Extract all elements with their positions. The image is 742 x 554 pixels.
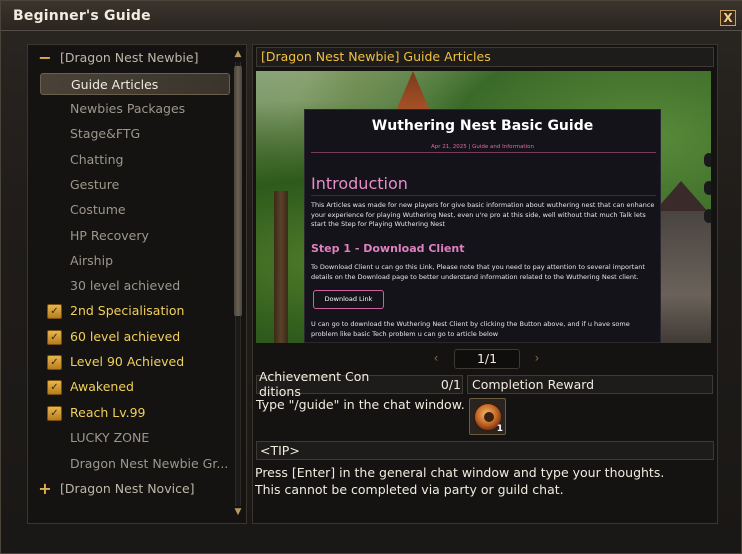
decor-dot — [704, 181, 711, 195]
tree-item-newbies-packages[interactable]: Newbies Packages — [28, 98, 233, 120]
checkbox-checked-icon[interactable]: ✓ — [47, 330, 62, 345]
window-title: Beginner's Guide — [13, 8, 151, 24]
achievement-conditions-label: Achievement Con ditions — [259, 369, 370, 399]
reward-item-slot[interactable]: 1 — [469, 398, 506, 435]
tree-item-reach-lv99[interactable]: ✓ Reach Lv.99 — [28, 402, 233, 424]
tree-item-30-level-achieved[interactable]: 30 level achieved — [28, 275, 233, 297]
collapse-icon[interactable]: − — [38, 47, 52, 69]
reward-quantity: 1 — [496, 424, 503, 434]
tree-item-label: Newbies Packages — [70, 101, 186, 116]
prev-page-button[interactable]: ‹ — [428, 350, 444, 366]
tree-item-label: Awakened — [70, 379, 134, 394]
tree-scrollbar[interactable]: ▲ ▼ — [233, 48, 243, 520]
tree-item-label: HP Recovery — [70, 228, 149, 243]
scroll-down-arrow-icon[interactable]: ▼ — [233, 506, 243, 518]
doc-after-text: U can go to download the Wuthering Nest … — [311, 320, 630, 338]
tree-item-2nd-specialisation[interactable]: ✓ 2nd Specialisation — [28, 300, 233, 322]
doc-intro-text: This Articles was made for new players f… — [311, 201, 655, 228]
tree-item-label: Level 90 Achieved — [70, 354, 185, 369]
reward-face-detail — [484, 412, 494, 422]
checkbox-checked-icon[interactable]: ✓ — [47, 355, 62, 370]
tree-category-dragon-nest-novice[interactable]: + [Dragon Nest Novice] — [28, 478, 233, 500]
tree-item-label: Guide Articles — [71, 77, 159, 92]
tree-item-awakened[interactable]: ✓ Awakened — [28, 376, 233, 398]
achievement-progress: 0/1 — [440, 377, 461, 392]
checkbox-checked-icon[interactable]: ✓ — [47, 406, 62, 421]
title-bar: Beginner's Guide X — [1, 1, 742, 31]
doc-intro-heading: Introduction — [311, 174, 408, 193]
doc-title: Wuthering Nest Basic Guide — [371, 118, 594, 134]
tip-text: Press [Enter] in the general chat window… — [255, 464, 715, 498]
tree-item-60-level-achieved[interactable]: ✓ 60 level achieved — [28, 326, 233, 348]
tree-item-dragon-nest-newbie-gr[interactable]: Dragon Nest Newbie Gr... — [28, 453, 233, 475]
tree-category-label: [Dragon Nest Novice] — [60, 481, 195, 496]
checkbox-checked-icon[interactable]: ✓ — [47, 380, 62, 395]
achievement-description: Type "/guide" in the chat window. — [256, 397, 465, 412]
checkbox-checked-icon[interactable]: ✓ — [47, 304, 62, 319]
expand-icon[interactable]: + — [38, 478, 52, 500]
tree-item-label: Stage&FTG — [70, 126, 141, 141]
tree-item-gesture[interactable]: Gesture — [28, 174, 233, 196]
divider — [311, 152, 656, 153]
divider — [311, 195, 656, 196]
tree-item-label: Costume — [70, 202, 126, 217]
tree-item-stage-ftg[interactable]: Stage&FTG — [28, 123, 233, 145]
doc-step1-text: To Download Client u can go this Link, P… — [311, 263, 645, 281]
page-indicator: 1/1 — [454, 349, 520, 369]
article-image: Wuthering Nest Basic Guide Apr 21, 2025 … — [256, 71, 711, 343]
tree-item-lucky-zone[interactable]: LUCKY ZONE — [28, 427, 233, 449]
decor-dot — [704, 153, 711, 167]
background-house — [656, 211, 711, 343]
tree-item-label: Gesture — [70, 177, 120, 192]
close-button[interactable]: X — [720, 10, 736, 26]
tree-item-label: 60 level achieved — [70, 329, 181, 344]
tree-item-label: Reach Lv.99 — [70, 405, 146, 420]
article-header: [Dragon Nest Newbie] Guide Articles — [256, 47, 714, 67]
tree-item-label: 2nd Specialisation — [70, 303, 185, 318]
tree-item-label: 30 level achieved — [70, 278, 181, 293]
completion-reward-label: Completion Reward — [467, 375, 713, 394]
tree-category-label: [Dragon Nest Newbie] — [60, 50, 199, 65]
tree-item-level-90-achieved[interactable]: ✓ Level 90 Achieved — [28, 351, 233, 373]
tip-header: <TIP> — [256, 441, 714, 460]
download-link-button[interactable]: Download Link — [313, 290, 384, 309]
decor-dot — [704, 209, 711, 223]
tip-line-2: This cannot be completed via party or gu… — [255, 482, 564, 497]
tree-item-label: LUCKY ZONE — [70, 430, 150, 445]
tree-item-costume[interactable]: Costume — [28, 199, 233, 221]
tree-item-guide-articles[interactable]: Guide Articles — [40, 73, 230, 95]
guide-tree-panel: − [Dragon Nest Newbie] Guide Articles Ne… — [27, 44, 247, 524]
tree-item-chatting[interactable]: Chatting — [28, 149, 233, 171]
scroll-up-arrow-icon[interactable]: ▲ — [233, 48, 243, 60]
tree-item-label: Chatting — [70, 152, 124, 167]
tree-category-dragon-nest-newbie[interactable]: − [Dragon Nest Newbie] — [28, 47, 233, 69]
doc-step1-heading: Step 1 - Download Client — [311, 242, 465, 255]
tree-item-airship[interactable]: Airship — [28, 250, 233, 272]
tree-item-hp-recovery[interactable]: HP Recovery — [28, 225, 233, 247]
tree-item-label: Dragon Nest Newbie Gr... — [70, 456, 229, 471]
next-page-button[interactable]: › — [529, 350, 545, 366]
doc-date: Apr 21, 2025 | Guide and Information — [431, 144, 534, 150]
tree-item-label: Airship — [70, 253, 114, 268]
background-tree-trunk — [274, 191, 288, 343]
guide-document: Wuthering Nest Basic Guide Apr 21, 2025 … — [304, 109, 661, 343]
tip-line-1: Press [Enter] in the general chat window… — [255, 465, 665, 480]
background-tower — [396, 71, 430, 111]
scroll-thumb[interactable] — [234, 66, 242, 316]
beginners-guide-window: Beginner's Guide X − [Dragon Nest Newbie… — [0, 0, 742, 554]
